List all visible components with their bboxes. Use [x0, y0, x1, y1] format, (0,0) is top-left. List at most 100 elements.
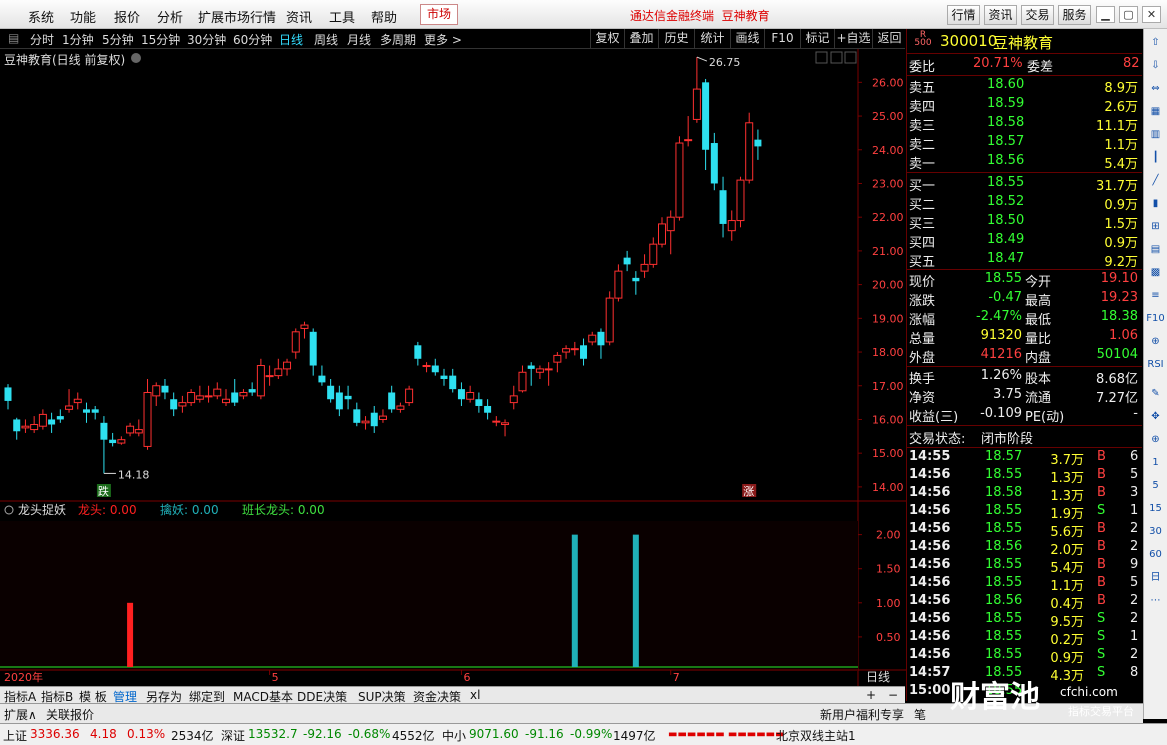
- up-arrow-icon[interactable]: ⇧: [1146, 33, 1165, 52]
- fundamental-row: 换手 1.26% 股本 8.68亿: [907, 367, 1142, 387]
- tile-icon[interactable]: ▩: [1146, 263, 1165, 282]
- expand-icon[interactable]: ⇔: [1146, 79, 1165, 98]
- buy-level-row[interactable]: 买二 18.52 0.9万: [907, 193, 1142, 213]
- one-icon[interactable]: 1: [1146, 453, 1165, 472]
- minimize-icon[interactable]: ▁: [1096, 6, 1115, 23]
- thirty-icon[interactable]: 30: [1146, 522, 1165, 541]
- fundamental-label: 收益(三): [909, 410, 959, 425]
- crosshair-icon[interactable]: ✥: [1146, 407, 1165, 426]
- pick-icon[interactable]: ⊕: [1146, 332, 1165, 351]
- tick-row: 14:56 18.55 5.6万 B 2: [907, 520, 1142, 540]
- draw-icon[interactable]: ✎: [1146, 384, 1165, 403]
- period-multi[interactable]: 多周期: [380, 31, 416, 48]
- period-timeshare[interactable]: 分时: [30, 31, 54, 48]
- period-more[interactable]: 更多 >: [424, 31, 462, 48]
- menu-system[interactable]: 系统: [28, 7, 54, 26]
- related-quote-button[interactable]: 关联报价: [46, 706, 94, 723]
- sell-level-row[interactable]: 卖五 18.60 8.9万: [907, 76, 1142, 96]
- expand-button[interactable]: 扩展∧: [4, 706, 37, 723]
- fundamental-label-2: 股本: [1025, 372, 1052, 387]
- sell-level-volume: 8.9万: [1104, 81, 1138, 96]
- scale-icon[interactable]: ⊞: [1146, 217, 1165, 236]
- tick-time: 14:56: [909, 557, 951, 572]
- trade-tab-button[interactable]: 交易: [1021, 5, 1054, 25]
- restore-rights-button[interactable]: 复权: [590, 29, 624, 48]
- buy-level-row[interactable]: 买三 18.50 1.5万: [907, 212, 1142, 232]
- menu-tools[interactable]: 工具: [329, 7, 355, 26]
- order-diff-label: 委差: [1027, 60, 1054, 75]
- buy-level-row[interactable]: 买五 18.47 9.2万: [907, 250, 1142, 270]
- close-icon[interactable]: ✕: [1142, 6, 1161, 23]
- fifteen-icon[interactable]: 15: [1146, 499, 1165, 518]
- bar-chart-icon[interactable]: ▥: [1146, 125, 1165, 144]
- fundamental-value-2: 8.68亿: [1096, 372, 1138, 387]
- period-pin-icon[interactable]: ▤: [8, 31, 19, 45]
- period-monthly[interactable]: 月线: [347, 31, 371, 48]
- pen-button[interactable]: 笔: [914, 706, 926, 723]
- mark-button[interactable]: 标记: [800, 29, 834, 48]
- period-60min[interactable]: 60分钟: [233, 31, 272, 48]
- menu-news[interactable]: 资讯: [286, 7, 312, 26]
- menu-quote[interactable]: 报价: [114, 7, 140, 26]
- draw-line-button[interactable]: 画线: [730, 29, 764, 48]
- history-button[interactable]: 历史: [658, 29, 694, 48]
- news-tab-button[interactable]: 资讯: [984, 5, 1017, 25]
- maximize-icon[interactable]: ▢: [1119, 6, 1138, 23]
- more-icon[interactable]: ⋯: [1146, 591, 1165, 610]
- five-icon[interactable]: 5: [1146, 476, 1165, 495]
- bj-server-label[interactable]: 北京双线主站1: [776, 727, 856, 744]
- market-breadth-bar: ▬▬▬▬▬▬ ▬▬▬▬▬▬: [668, 729, 785, 740]
- menu-function[interactable]: 功能: [70, 7, 96, 26]
- sell-level-row[interactable]: 卖二 18.57 1.1万: [907, 133, 1142, 153]
- tick-time: 14:56: [909, 593, 951, 608]
- sell-level-row[interactable]: 卖三 18.58 11.1万: [907, 114, 1142, 134]
- tick-side: S: [1097, 665, 1106, 680]
- sell-level-price: 18.57: [987, 134, 1025, 149]
- add-watchlist-button[interactable]: +自选: [834, 29, 872, 48]
- sell-level-row[interactable]: 卖一 18.56 5.4万: [907, 152, 1142, 172]
- tick-side: B: [1097, 575, 1106, 590]
- menu-extended-market[interactable]: 扩展市场行情: [198, 7, 276, 26]
- sz-index-label: 深证: [221, 729, 246, 743]
- f10-icon[interactable]: F10: [1146, 309, 1165, 328]
- f10-button[interactable]: F10: [764, 29, 800, 48]
- table-icon[interactable]: ▤: [1146, 240, 1165, 259]
- menu-help[interactable]: 帮助: [371, 7, 397, 26]
- market-button[interactable]: 市场: [420, 4, 458, 25]
- remove-pane-icon[interactable]: −: [888, 688, 898, 702]
- down-arrow-icon[interactable]: ⇩: [1146, 56, 1165, 75]
- buy-level-row[interactable]: 买四 18.49 0.9万: [907, 231, 1142, 251]
- new-user-welfare-link[interactable]: 新用户福利专享: [820, 706, 904, 723]
- period-30min[interactable]: 30分钟: [187, 31, 226, 48]
- sell-level-row[interactable]: 卖四 18.59 2.6万: [907, 95, 1142, 115]
- tick-count: 8: [1130, 665, 1139, 680]
- service-tab-button[interactable]: 服务: [1058, 5, 1091, 25]
- line-icon[interactable]: ╱: [1146, 171, 1165, 190]
- quote-tab-button[interactable]: 行情: [947, 5, 980, 25]
- period-weekly[interactable]: 周线: [314, 31, 338, 48]
- period-15min[interactable]: 15分钟: [141, 31, 180, 48]
- candle-body-down: [13, 419, 21, 432]
- sixty-icon[interactable]: 60: [1146, 545, 1165, 564]
- stat-row: 外盘 41216 内盘 50104: [907, 346, 1142, 366]
- overlay-button[interactable]: 叠加: [624, 29, 658, 48]
- buy-level-row[interactable]: 买一 18.55 31.7万: [907, 174, 1142, 194]
- candle-body-down: [370, 412, 378, 427]
- grid-icon[interactable]: ▦: [1146, 102, 1165, 121]
- hist-icon[interactable]: ▮: [1146, 194, 1165, 213]
- zoom-in-icon[interactable]: ⊕: [1146, 430, 1165, 449]
- candlestick-icon[interactable]: ┃: [1146, 148, 1165, 167]
- period-5min[interactable]: 5分钟: [102, 31, 134, 48]
- list-icon[interactable]: ≡: [1146, 286, 1165, 305]
- period-1min[interactable]: 1分钟: [62, 31, 94, 48]
- back-button[interactable]: 返回: [872, 29, 906, 48]
- add-pane-icon[interactable]: +: [866, 688, 876, 702]
- candle-body-up: [38, 413, 47, 427]
- statistics-button[interactable]: 统计: [694, 29, 730, 48]
- rsi-icon[interactable]: RSI: [1146, 355, 1165, 374]
- kline-chart[interactable]: 14.00 15.00 16.00 17.00 18.00 19.00 20.00 21.00…: [0, 49, 906, 686]
- day-icon[interactable]: 日: [1146, 568, 1165, 587]
- indicator-tab[interactable]: xl: [470, 688, 480, 702]
- period-daily[interactable]: 日线: [279, 31, 303, 48]
- menu-analysis[interactable]: 分析: [157, 7, 183, 26]
